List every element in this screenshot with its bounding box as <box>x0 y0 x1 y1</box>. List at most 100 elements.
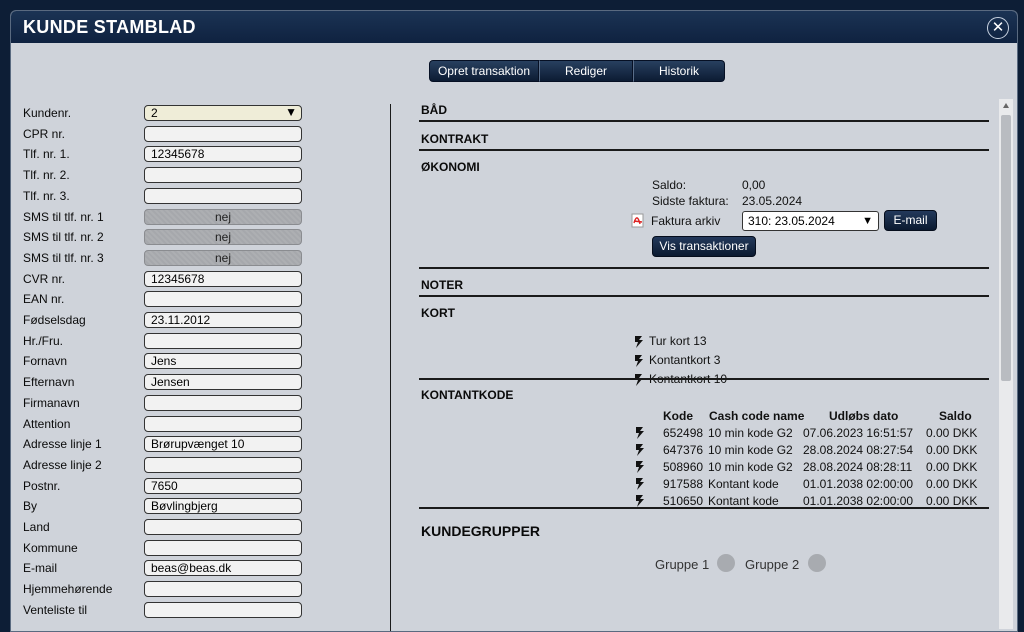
group-toggle[interactable] <box>717 554 735 572</box>
field-label: CVR nr. <box>23 271 66 286</box>
form-row: Fornavn Jens <box>23 351 393 371</box>
table-cell[interactable]: 647376 <box>663 443 703 457</box>
scrollbar[interactable] <box>999 99 1013 629</box>
field-input[interactable]: 23.11.2012 <box>144 312 302 328</box>
table-header: Saldo <box>939 409 972 423</box>
sms-toggle[interactable]: nej <box>144 208 302 225</box>
field-input[interactable]: Brørupvænget 10 <box>144 436 302 453</box>
action-tabs: Opret transaktion Rediger Historik <box>429 60 725 82</box>
sms-toggle[interactable]: nej <box>144 229 302 246</box>
field-input[interactable] <box>144 456 302 473</box>
table-cell: 01.01.2038 02:00:00 <box>803 494 914 508</box>
form-row: CVR nr. 12345678 <box>23 269 393 289</box>
form-row: Land <box>23 517 393 537</box>
field-input[interactable] <box>144 394 302 411</box>
field-label: Tlf. nr. 2. <box>23 168 70 183</box>
table-cell: 01.01.2038 02:00:00 <box>803 477 914 491</box>
field-input[interactable] <box>144 291 302 308</box>
table-cell[interactable]: 508960 <box>663 460 703 474</box>
table-header: Kode <box>663 409 693 423</box>
field-label: Postnr. <box>23 478 61 493</box>
table-cell: 0.00 DKK <box>926 477 978 491</box>
tab-opret-transaktion[interactable]: Opret transaktion <box>429 60 539 82</box>
field-value: nej <box>214 250 231 265</box>
form-row: Kommune <box>23 538 393 558</box>
table-cell[interactable]: 510650 <box>663 494 703 508</box>
field-label: Kundenr. <box>23 106 72 120</box>
form-row: Tlf. nr. 3. <box>23 186 393 206</box>
window-title: KUNDE STAMBLAD <box>23 16 196 37</box>
field-label: Hjemmehørende <box>23 582 113 597</box>
table-header: Cash code name <box>709 409 805 423</box>
table-cell[interactable]: 652498 <box>663 426 703 440</box>
code-icon <box>636 444 644 456</box>
field-value: 12345678 <box>151 271 205 286</box>
field-label: Venteliste til <box>23 602 88 617</box>
field-input[interactable] <box>144 539 302 556</box>
kontantkode-table: Kode Cash code name Udløbs dato Saldo 652498… <box>419 99 989 519</box>
field-input[interactable]: 12345678 <box>144 146 302 163</box>
table-cell[interactable]: 917588 <box>663 477 703 491</box>
table-cell: 10 min kode G2 <box>708 460 793 474</box>
field-value: Jensen <box>151 375 190 390</box>
code-icon <box>636 461 644 473</box>
form-row: Tlf. nr. 1. 12345678 <box>23 144 393 164</box>
field-input[interactable]: Jensen <box>144 374 302 391</box>
table-cell: 07.06.2023 16:51:57 <box>803 426 914 440</box>
field-input[interactable] <box>144 415 302 432</box>
field-label: Tlf. nr. 1. <box>23 147 70 162</box>
title-bar: KUNDE STAMBLAD ✕ <box>11 11 1017 43</box>
form-row: Firmanavn <box>23 393 393 413</box>
form-row: Kundenr. 2 ▼ <box>23 103 393 123</box>
group-toggle[interactable] <box>808 554 826 572</box>
close-icon[interactable]: ✕ <box>987 17 1009 39</box>
field-input[interactable] <box>144 125 302 142</box>
table-cell: Kontant kode <box>708 477 779 491</box>
field-input[interactable]: beas@beas.dk <box>144 560 302 577</box>
field-input[interactable] <box>144 187 302 204</box>
scroll-up-icon[interactable] <box>1003 103 1009 108</box>
field-label: SMS til tlf. nr. 3 <box>23 250 104 265</box>
sms-toggle[interactable]: nej <box>144 249 302 266</box>
field-value: nej <box>214 230 231 245</box>
field-input[interactable] <box>144 167 302 184</box>
field-label: SMS til tlf. nr. 2 <box>23 230 104 245</box>
field-label: Adresse linje 2 <box>23 457 102 472</box>
field-label: Kommune <box>23 540 78 555</box>
table-cell: 0.00 DKK <box>926 426 978 440</box>
scroll-thumb[interactable] <box>1001 115 1011 381</box>
form-row: Attention <box>23 414 393 434</box>
form-row: EAN nr. <box>23 289 393 309</box>
form-row: Fødselsdag 23.11.2012 <box>23 310 393 330</box>
field-value: Jens <box>151 354 177 369</box>
form-row: Postnr. 7650 <box>23 476 393 496</box>
field-value: 2 <box>151 106 158 120</box>
form-row: E-mail beas@beas.dk <box>23 558 393 578</box>
table-cell: Kontant kode <box>708 494 779 508</box>
field-value: Brørupvænget 10 <box>151 437 245 452</box>
field-label: By <box>23 499 38 514</box>
customer-window: KUNDE STAMBLAD ✕ Opret transaktion Redig… <box>10 10 1018 632</box>
field-input[interactable] <box>144 601 302 618</box>
tab-historik[interactable]: Historik <box>633 60 725 82</box>
field-label: E-mail <box>23 561 58 576</box>
field-input[interactable]: Bøvlingbjerg <box>144 498 302 515</box>
tab-rediger[interactable]: Rediger <box>539 60 633 82</box>
form-row: By Bøvlingbjerg <box>23 496 393 516</box>
form-row: Hr./Fru. <box>23 331 393 351</box>
field-input[interactable] <box>144 332 302 349</box>
table-cell: 28.08.2024 08:28:11 <box>803 460 913 474</box>
code-icon <box>636 478 644 490</box>
field-input[interactable] <box>144 581 302 598</box>
section-kundegrupper-heading[interactable]: KUNDEGRUPPER <box>421 523 540 539</box>
field-label: Efternavn <box>23 375 75 390</box>
field-input[interactable]: 12345678 <box>144 270 302 287</box>
field-value: nej <box>214 209 231 224</box>
field-input[interactable]: Jens <box>144 353 302 370</box>
field-label: SMS til tlf. nr. 1 <box>23 209 104 224</box>
form-row: SMS til tlf. nr. 2 nej <box>23 227 393 247</box>
kundenr-select[interactable]: 2 ▼ <box>144 105 302 121</box>
field-input[interactable] <box>144 519 302 535</box>
field-input[interactable]: 7650 <box>144 477 302 494</box>
table-cell: 10 min kode G2 <box>708 443 793 457</box>
